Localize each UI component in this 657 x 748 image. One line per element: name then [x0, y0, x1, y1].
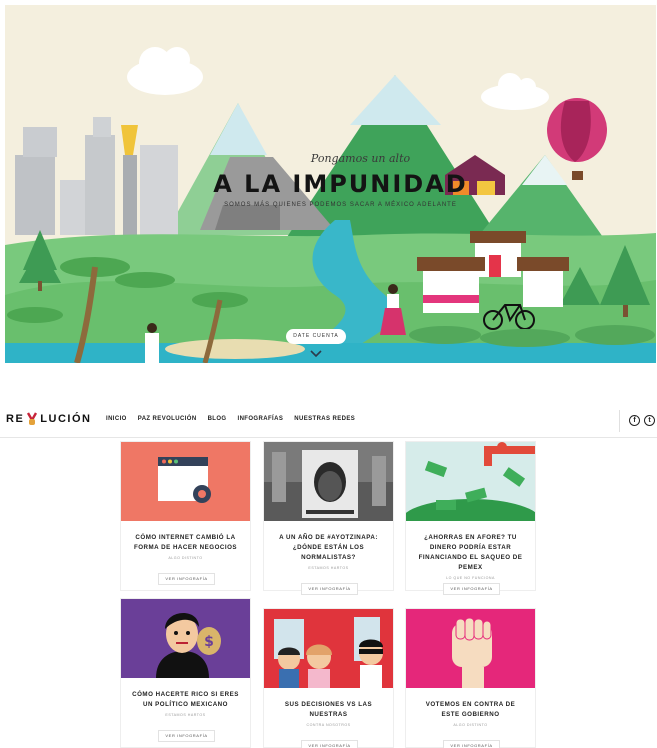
hero-banner: Pongamos un alto A LA IMPUNIDAD SOMOS MÁ… [5, 5, 656, 363]
card-title[interactable]: A UN AÑO DE #AYOTZINAPA: ¿DÓNDE ESTÁN LO… [264, 533, 393, 563]
date-cuenta-button[interactable]: DATE CUENTA [286, 329, 346, 344]
hero-title: A LA IMPUNIDAD [213, 170, 468, 198]
card-author: ESTAMOS HARTOS [165, 713, 206, 717]
hero-subtitle: SOMOS MÁS QUIENES PODEMOS SACAR A MÉXICO… [224, 202, 457, 208]
ver-infografia-button[interactable]: VER INFOGRAFÍA [301, 583, 358, 595]
nav-item-infografias[interactable]: INFOGRAFÍAS [238, 416, 284, 422]
ver-infografia-button[interactable]: VER INFOGRAFÍA [443, 583, 500, 595]
protest-photo [264, 442, 393, 521]
browser-gear-icon [121, 442, 250, 521]
logo-text-right: LUCIÓN [40, 413, 92, 425]
nav-links: INICIO PAZ REVOLUCIÓN BLOG INFOGRAFÍAS N… [106, 416, 366, 422]
card-internet-negocios[interactable]: CÓMO INTERNET CAMBIÓ LA FORMA DE HACER N… [120, 441, 251, 591]
card-title[interactable]: SUS DECISIONES VS LAS NUESTRAS [264, 700, 393, 720]
card-politico-rico[interactable]: $ CÓMO HACERTE RICO SI ERES UN POLÍTICO … [120, 598, 251, 748]
politician-money-icon: $ [121, 599, 250, 678]
card-votemos[interactable]: VOTEMOS EN CONTRA DE ESTE GOBIERNO ALGO … [405, 608, 536, 748]
card-title[interactable]: ¿AHORRAS EN AFORE? TU DINERO PODRÍA ESTA… [406, 533, 535, 573]
money-pipe-icon [406, 442, 535, 521]
card-title[interactable]: CÓMO HACERTE RICO SI ERES UN POLÍTICO ME… [121, 690, 250, 710]
chevron-down-icon[interactable] [310, 350, 322, 360]
card-ayotzinapa[interactable]: A UN AÑO DE #AYOTZINAPA: ¿DÓNDE ESTÁN LO… [263, 441, 394, 595]
site-logo[interactable]: RE LUCIÓN [6, 412, 91, 426]
twitter-icon[interactable]: t [644, 415, 655, 426]
main-navigation: RE LUCIÓN INICIO PAZ REVOLUCIÓN BLOG INF… [0, 402, 657, 438]
ver-infografia-button[interactable]: VER INFOGRAFÍA [301, 740, 358, 748]
peace-hand-icon [25, 412, 39, 426]
hero-kicker: Pongamos un alto [310, 152, 411, 165]
people-thief-icon [264, 609, 393, 688]
svg-text:$: $ [204, 634, 214, 650]
card-author: ESTAMOS HARTOS [308, 566, 349, 570]
card-title[interactable]: CÓMO INTERNET CAMBIÓ LA FORMA DE HACER N… [121, 533, 250, 553]
card-decisiones[interactable]: SUS DECISIONES VS LAS NUESTRAS CONTRA NO… [263, 608, 394, 748]
ver-infografia-button[interactable]: VER INFOGRAFÍA [158, 573, 215, 585]
ver-infografia-button[interactable]: VER INFOGRAFÍA [158, 730, 215, 742]
nav-item-blog[interactable]: BLOG [208, 416, 227, 422]
nav-item-nuestras-redes[interactable]: NUESTRAS REDES [294, 416, 355, 422]
card-afore-pemex[interactable]: ¿AHORRAS EN AFORE? TU DINERO PODRÍA ESTA… [405, 441, 536, 595]
nav-divider [619, 410, 620, 432]
card-author: ALGO DISTINTO [168, 556, 203, 560]
card-author: CONTRA NOSOTROS [306, 723, 351, 727]
raised-fist-icon [406, 609, 535, 688]
logo-text-left: RE [6, 413, 25, 425]
card-author: ALGO DISTINTO [453, 723, 488, 727]
ver-infografia-button[interactable]: VER INFOGRAFÍA [443, 740, 500, 748]
card-author: LO QUE NO FUNCIONA [446, 576, 495, 580]
nav-item-paz-revolucion[interactable]: PAZ REVOLUCIÓN [138, 416, 197, 422]
card-title[interactable]: VOTEMOS EN CONTRA DE ESTE GOBIERNO [406, 700, 535, 720]
facebook-icon[interactable]: f [629, 415, 640, 426]
nav-item-inicio[interactable]: INICIO [106, 416, 127, 422]
